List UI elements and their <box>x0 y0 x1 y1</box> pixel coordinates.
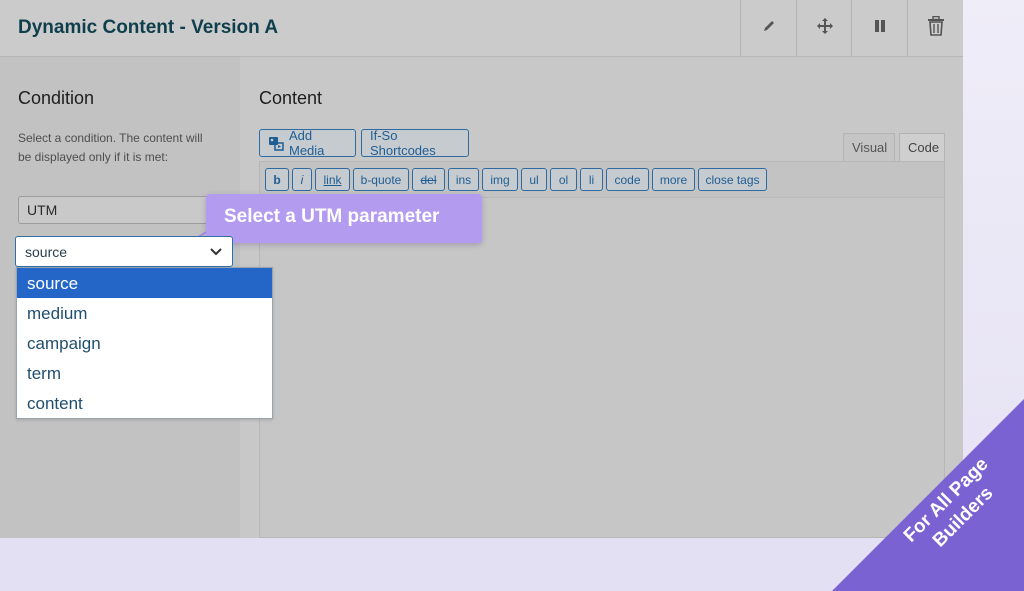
panel-header: Dynamic Content - Version A <box>0 0 963 57</box>
dropdown-option-source[interactable]: source <box>17 268 272 298</box>
pencil-icon <box>762 19 776 38</box>
quicktag-del[interactable]: del <box>412 168 445 191</box>
quicktag-img[interactable]: img <box>482 168 518 191</box>
edit-button[interactable] <box>740 0 796 56</box>
pause-button[interactable] <box>851 0 907 56</box>
add-media-label: Add Media <box>289 128 325 158</box>
quicktag-bquote[interactable]: b-quote <box>353 168 409 191</box>
media-icon <box>268 135 284 151</box>
pause-icon <box>873 19 887 38</box>
dropdown-option-term[interactable]: term <box>17 358 272 388</box>
utm-tooltip: Select a UTM parameter <box>206 194 482 243</box>
quicktag-close-tags[interactable]: close tags <box>698 168 767 191</box>
ifso-shortcodes-button[interactable]: If-So Shortcodes <box>361 128 469 158</box>
move-button[interactable] <box>796 0 852 56</box>
quicktag-li[interactable]: li <box>580 168 603 191</box>
background-bottom <box>0 538 1024 591</box>
tooltip-text: Select a UTM parameter <box>224 206 440 227</box>
quicktag-bold[interactable]: b <box>265 168 289 191</box>
tab-visual-label: Visual <box>852 140 888 155</box>
utm-parameter-dropdown: source medium campaign term content <box>16 267 273 419</box>
dropdown-option-campaign[interactable]: campaign <box>17 328 272 358</box>
chevron-down-icon <box>209 245 223 261</box>
trash-icon <box>927 15 945 41</box>
panel-title: Dynamic Content - Version A <box>18 17 279 38</box>
dropdown-option-medium[interactable]: medium <box>17 298 272 328</box>
add-media-button[interactable]: Add Media <box>259 128 356 158</box>
quicktag-ol[interactable]: ol <box>550 168 577 191</box>
quicktag-ul[interactable]: ul <box>521 168 547 191</box>
quicktag-italic[interactable]: i <box>292 168 312 191</box>
condition-description: Select a condition. The content will be … <box>18 131 203 164</box>
tab-code-label: Code <box>908 140 940 155</box>
tab-visual[interactable]: Visual <box>843 133 895 161</box>
dynamic-content-panel: Dynamic Content - Version A Condition Se… <box>0 0 963 538</box>
content-title: Content <box>259 88 323 108</box>
quicktag-more[interactable]: more <box>652 168 695 191</box>
delete-button[interactable] <box>907 0 963 56</box>
condition-type-select[interactable]: UTM <box>18 196 218 224</box>
quicktag-code[interactable]: code <box>606 168 649 191</box>
condition-type-value: UTM <box>27 202 58 218</box>
quicktags-toolbar: b i link b-quote del ins img ul ol li co… <box>260 162 944 198</box>
utm-parameter-value: source <box>25 244 68 260</box>
utm-parameter-select[interactable]: source <box>15 236 233 267</box>
tab-code[interactable]: Code <box>899 133 945 161</box>
condition-title: Condition <box>18 88 95 108</box>
move-arrows-icon <box>816 17 834 40</box>
dropdown-option-content[interactable]: content <box>17 388 272 418</box>
quicktag-ins[interactable]: ins <box>448 168 479 191</box>
ifso-shortcodes-label: If-So Shortcodes <box>370 128 436 158</box>
quicktag-link[interactable]: link <box>315 168 350 191</box>
